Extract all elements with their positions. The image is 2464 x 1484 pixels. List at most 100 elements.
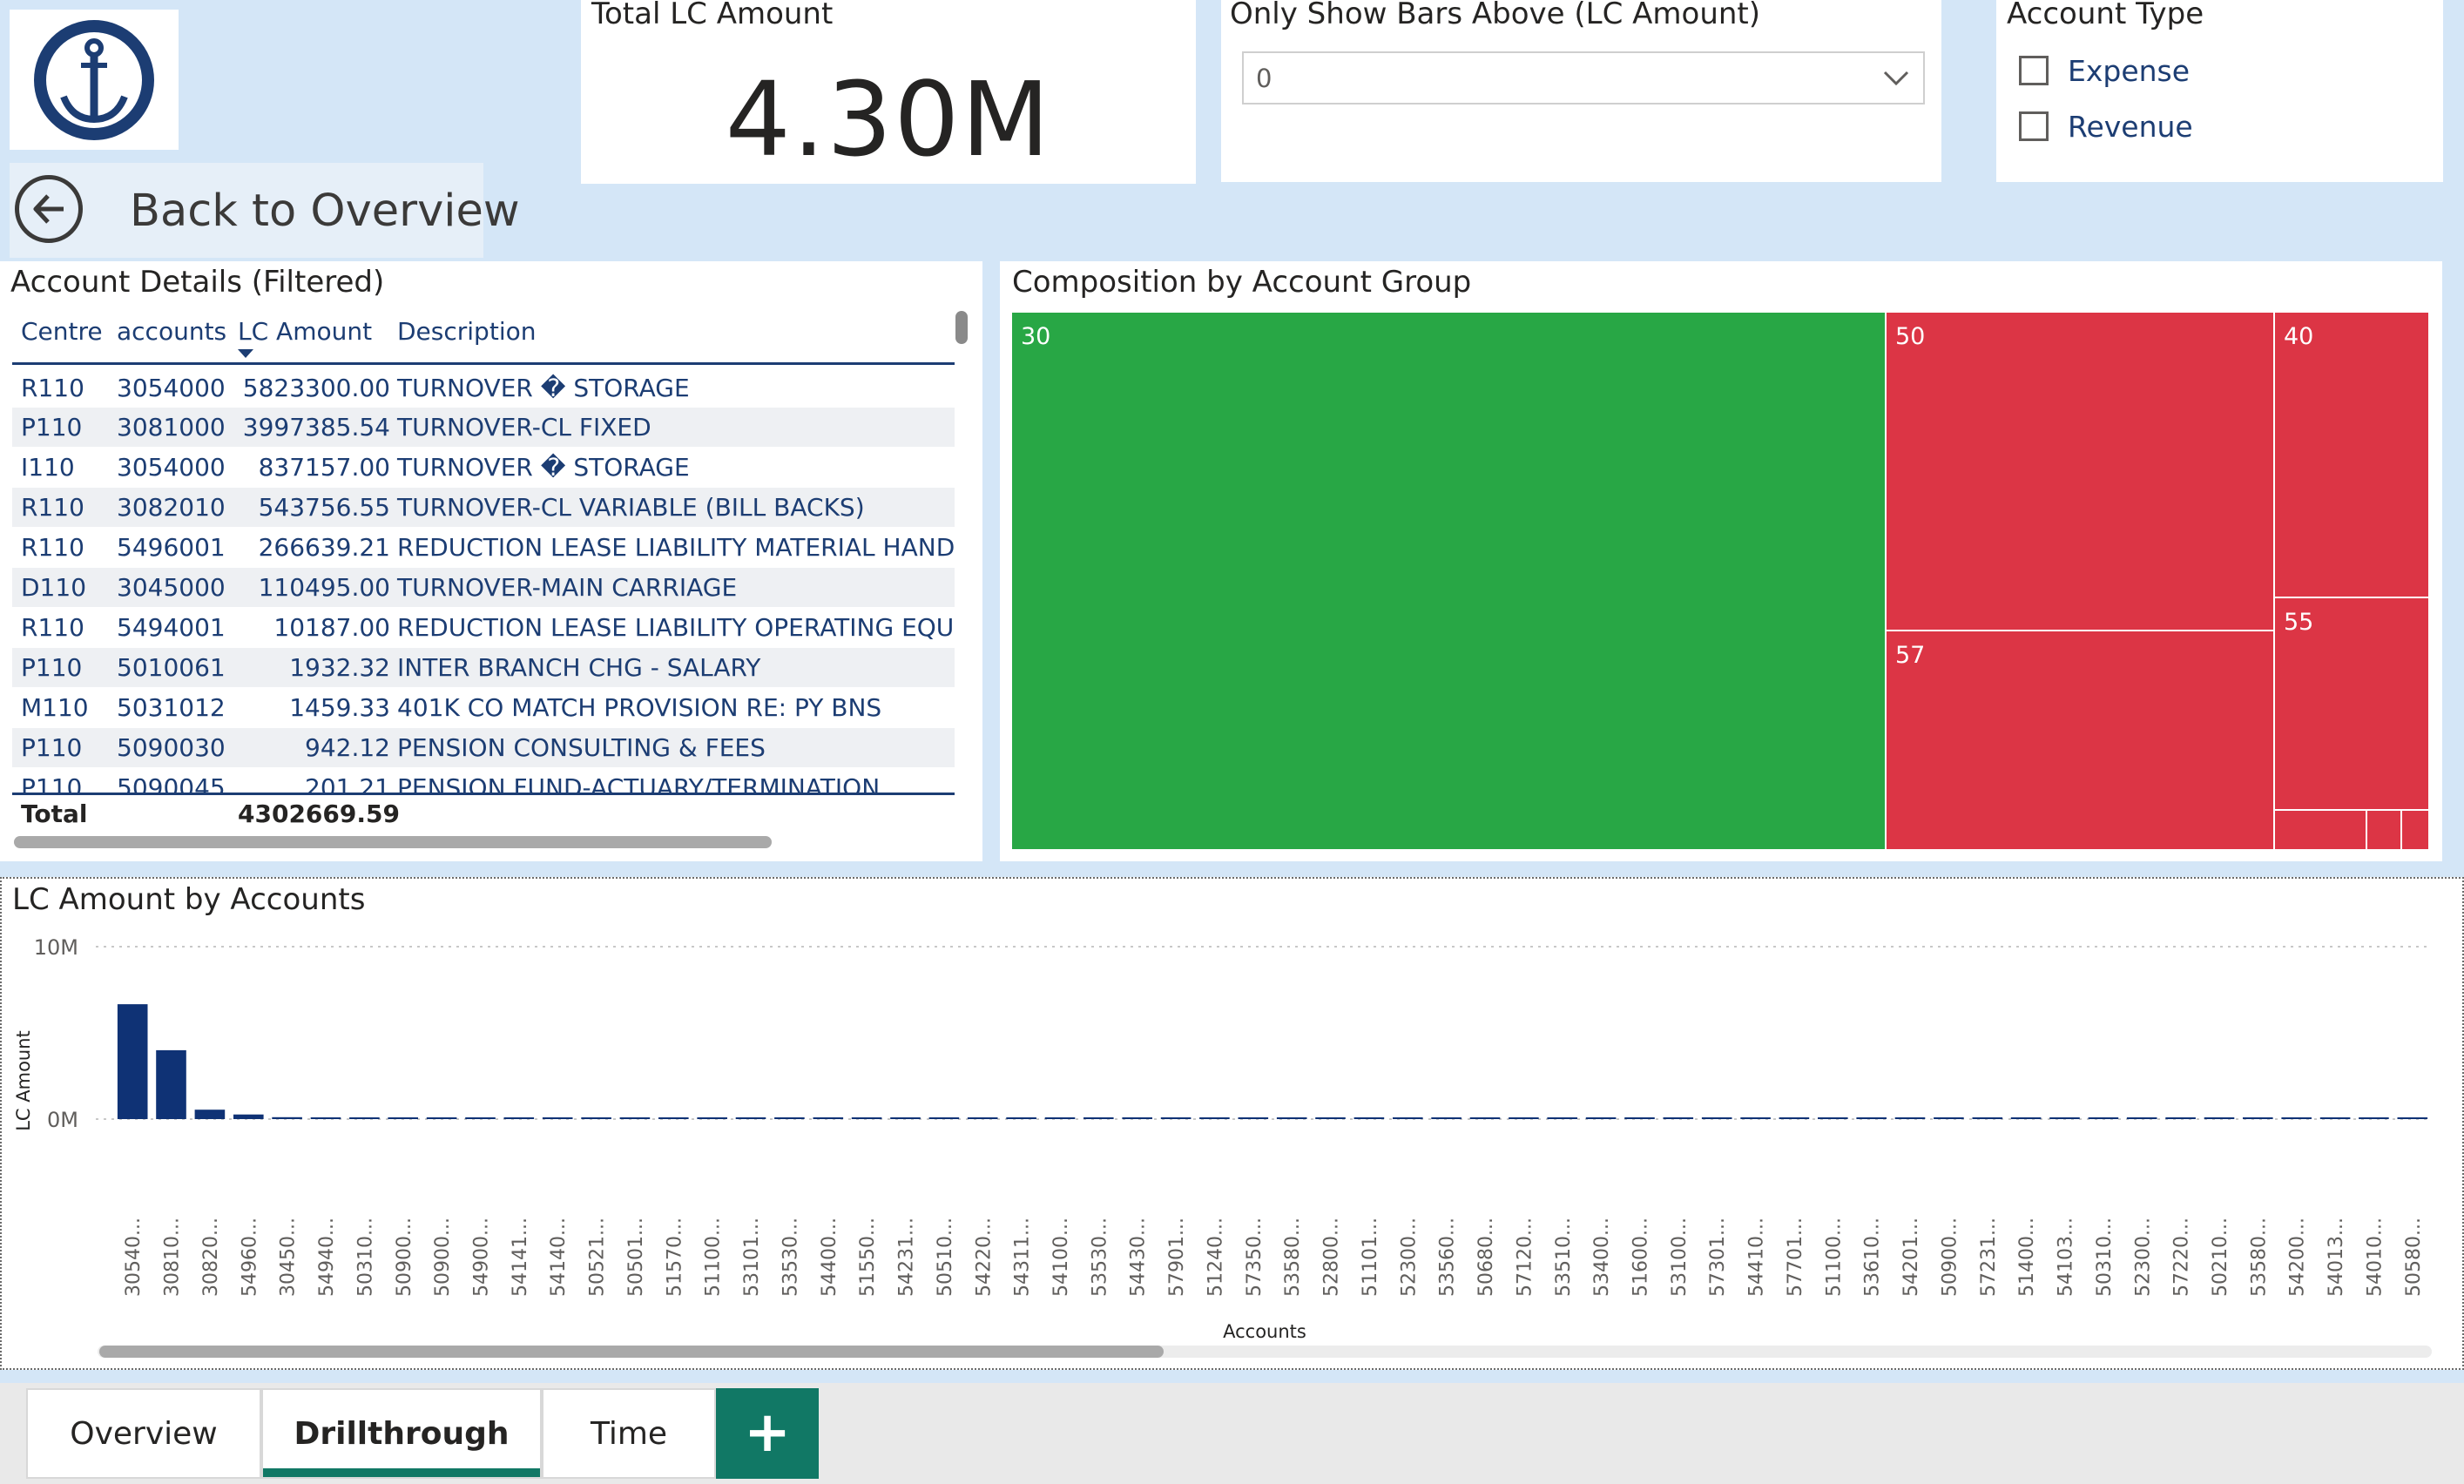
- table-row[interactable]: R110 3082010 543756.55 TURNOVER-CL VARIA…: [12, 488, 955, 527]
- bar[interactable]: [774, 1117, 805, 1119]
- tab-time[interactable]: Time: [542, 1388, 716, 1479]
- bar[interactable]: [1044, 1117, 1076, 1119]
- bar[interactable]: [194, 1110, 226, 1119]
- bar[interactable]: [967, 1117, 998, 1119]
- bar[interactable]: [1934, 1117, 1964, 1119]
- treemap-cell-57[interactable]: 57: [1885, 630, 2275, 851]
- tab-drillthrough[interactable]: Drillthrough: [261, 1388, 542, 1479]
- bar[interactable]: [658, 1117, 689, 1119]
- treemap-cell-small[interactable]: [2366, 809, 2402, 851]
- bar[interactable]: [735, 1117, 766, 1119]
- bar[interactable]: [1083, 1117, 1114, 1119]
- horizontal-scrollbar[interactable]: [14, 836, 772, 848]
- bar[interactable]: [1160, 1117, 1191, 1119]
- treemap-cell-40[interactable]: 40: [2273, 311, 2430, 598]
- x-tick-label: 30450...: [278, 1218, 300, 1297]
- table-row[interactable]: R110 5494001 10187.00 REDUCTION LEASE LI…: [12, 608, 955, 647]
- bar[interactable]: [1972, 1117, 2003, 1119]
- tab-overview[interactable]: Overview: [26, 1388, 261, 1479]
- x-tick-label: 53510...: [1553, 1218, 1575, 1297]
- bar[interactable]: [2049, 1117, 2080, 1119]
- bar[interactable]: [388, 1117, 418, 1119]
- back-to-overview-button[interactable]: Back to Overview: [10, 163, 520, 258]
- table-row[interactable]: P110 5090045 201.21 PENSION FUND-ACTUARY…: [12, 768, 955, 794]
- table-row[interactable]: P110 5090030 942.12 PENSION CONSULTING &…: [12, 728, 955, 767]
- bar[interactable]: [2359, 1117, 2389, 1119]
- bar[interactable]: [1740, 1117, 1771, 1119]
- treemap-cell-small[interactable]: [2273, 809, 2367, 851]
- treemap-cell-small[interactable]: [2400, 809, 2430, 851]
- table-row[interactable]: M110 5031012 1459.33 401K CO MATCH PROVI…: [12, 688, 955, 727]
- bar[interactable]: [2126, 1117, 2157, 1119]
- bar[interactable]: [2281, 1117, 2312, 1119]
- threshold-dropdown[interactable]: 0: [1242, 51, 1925, 105]
- bar[interactable]: [1431, 1117, 1462, 1119]
- bar[interactable]: [1354, 1117, 1385, 1119]
- bar[interactable]: [813, 1117, 844, 1119]
- bar-chart-plot: 30540... 30810... 30820... 54960... 30450...…: [13, 935, 2432, 1358]
- bar[interactable]: [2165, 1117, 2196, 1119]
- table-row[interactable]: R110 5496001 266639.21 REDUCTION LEASE L…: [12, 528, 955, 567]
- bar[interactable]: [851, 1117, 882, 1119]
- bar[interactable]: [349, 1117, 380, 1119]
- treemap-cell-50[interactable]: 50: [1885, 311, 2275, 631]
- vertical-scrollbar[interactable]: [955, 311, 968, 344]
- bar[interactable]: [1393, 1117, 1423, 1119]
- bar[interactable]: [2204, 1117, 2235, 1119]
- bar[interactable]: [890, 1117, 921, 1119]
- bar[interactable]: [272, 1116, 302, 1119]
- bar[interactable]: [503, 1117, 535, 1119]
- table-row[interactable]: I110 3054000 837157.00 TURNOVER � STORAG…: [12, 448, 955, 487]
- bar[interactable]: [2319, 1117, 2351, 1119]
- bar[interactable]: [1779, 1117, 1810, 1119]
- column-header-accounts[interactable]: accounts: [117, 317, 226, 346]
- treemap-cell-30[interactable]: 30: [1010, 311, 1887, 851]
- x-tick-label: 51400...: [2016, 1218, 2038, 1297]
- x-tick-label: 54103...: [2056, 1218, 2077, 1297]
- table-row[interactable]: P110 3081000 3997385.54 TURNOVER-CL FIXE…: [12, 408, 955, 447]
- add-page-button[interactable]: +: [716, 1388, 819, 1479]
- bar[interactable]: [542, 1117, 573, 1119]
- checkbox-box[interactable]: [2019, 111, 2049, 141]
- bar[interactable]: [1509, 1117, 1539, 1119]
- bar[interactable]: [1701, 1117, 1732, 1119]
- bar[interactable]: [1469, 1117, 1501, 1119]
- bar[interactable]: [2088, 1117, 2119, 1119]
- bar[interactable]: [1276, 1117, 1307, 1119]
- bar[interactable]: [1585, 1117, 1617, 1119]
- cell-centre: R110: [21, 533, 84, 562]
- checkbox-box[interactable]: [2019, 56, 2049, 85]
- bar[interactable]: [1238, 1117, 1269, 1119]
- bar[interactable]: [117, 1004, 148, 1119]
- bar[interactable]: [1547, 1117, 1577, 1119]
- chart-horizontal-scrollbar[interactable]: [99, 1346, 1164, 1358]
- bar[interactable]: [697, 1117, 727, 1119]
- bar[interactable]: [1315, 1117, 1346, 1119]
- bar[interactable]: [156, 1049, 186, 1119]
- column-header-lc-amount[interactable]: LC Amount: [238, 317, 372, 346]
- bar[interactable]: [581, 1117, 611, 1119]
- treemap-cell-55[interactable]: 55: [2273, 597, 2430, 811]
- bar[interactable]: [2243, 1117, 2273, 1119]
- bar[interactable]: [1856, 1117, 1887, 1119]
- bar[interactable]: [310, 1117, 341, 1119]
- bar[interactable]: [233, 1114, 264, 1119]
- table-row[interactable]: D110 3045000 110495.00 TURNOVER-MAIN CAR…: [12, 568, 955, 607]
- bar[interactable]: [465, 1117, 496, 1119]
- bar[interactable]: [1894, 1117, 1926, 1119]
- column-header-description[interactable]: Description: [397, 317, 536, 346]
- bar[interactable]: [928, 1117, 960, 1119]
- bar[interactable]: [1624, 1117, 1655, 1119]
- bar[interactable]: [619, 1117, 651, 1119]
- bar[interactable]: [1199, 1117, 1230, 1119]
- bar[interactable]: [2010, 1117, 2042, 1119]
- table-row[interactable]: P110 5010061 1932.32 INTER BRANCH CHG - …: [12, 648, 955, 687]
- column-header-centre[interactable]: Centre: [21, 317, 103, 346]
- bar[interactable]: [426, 1117, 457, 1119]
- bar[interactable]: [1818, 1117, 1848, 1119]
- bar[interactable]: [1122, 1117, 1152, 1119]
- bar[interactable]: [1663, 1117, 1694, 1119]
- bar[interactable]: [2397, 1117, 2428, 1119]
- table-row[interactable]: R110 3054000 5823300.00 TURNOVER � STORA…: [12, 368, 955, 408]
- bar[interactable]: [1006, 1117, 1036, 1119]
